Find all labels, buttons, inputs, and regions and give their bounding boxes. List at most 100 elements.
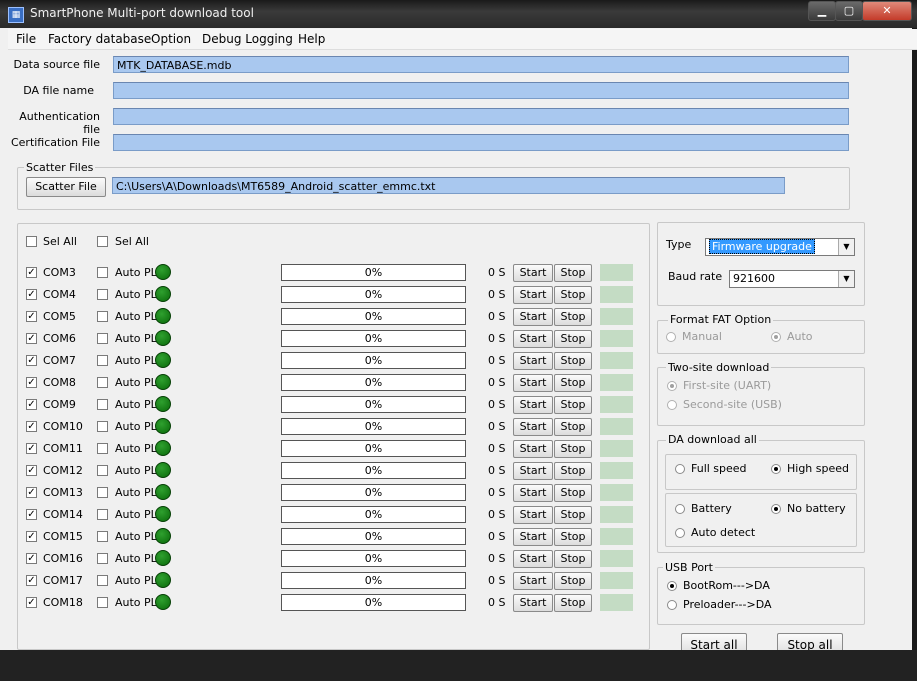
- port-start-button[interactable]: Start: [513, 264, 553, 282]
- port-start-button[interactable]: Start: [513, 528, 553, 546]
- auto-pl-checkbox[interactable]: [97, 575, 108, 586]
- port-select-checkbox[interactable]: ✓: [26, 289, 37, 300]
- port-stop-button[interactable]: Stop: [554, 506, 592, 524]
- close-button[interactable]: ✕: [862, 1, 912, 21]
- port-start-button[interactable]: Start: [513, 462, 553, 480]
- port-select-checkbox[interactable]: ✓: [26, 575, 37, 586]
- auto-pl-checkbox[interactable]: [97, 443, 108, 454]
- port-select-checkbox[interactable]: ✓: [26, 311, 37, 322]
- minimize-button[interactable]: ▁: [808, 1, 836, 21]
- auto-pl-checkbox[interactable]: [97, 531, 108, 542]
- maximize-button[interactable]: ▢: [835, 1, 863, 21]
- auto-pl-checkbox[interactable]: [97, 465, 108, 476]
- port-stop-button[interactable]: Stop: [554, 484, 592, 502]
- port-stop-button[interactable]: Stop: [554, 440, 592, 458]
- auto-pl-checkbox[interactable]: [97, 289, 108, 300]
- port-select-checkbox[interactable]: ✓: [26, 553, 37, 564]
- port-start-button[interactable]: Start: [513, 550, 553, 568]
- port-start-button[interactable]: Start: [513, 352, 553, 370]
- scatter-file-button[interactable]: Scatter File: [26, 177, 106, 197]
- format-manual-radio[interactable]: [666, 332, 676, 342]
- auto-pl-checkbox[interactable]: [97, 377, 108, 388]
- port-start-button[interactable]: Start: [513, 506, 553, 524]
- high-speed-radio[interactable]: [771, 464, 781, 474]
- port-stop-button[interactable]: Stop: [554, 550, 592, 568]
- port-start-button[interactable]: Start: [513, 286, 553, 304]
- battery-radio[interactable]: [675, 504, 685, 514]
- port-select-checkbox[interactable]: ✓: [26, 509, 37, 520]
- port-select-checkbox[interactable]: ✓: [26, 531, 37, 542]
- da-file-field[interactable]: [113, 82, 849, 99]
- auto-pl-checkbox[interactable]: [97, 421, 108, 432]
- port-start-button[interactable]: Start: [513, 594, 553, 612]
- port-stop-button[interactable]: Stop: [554, 264, 592, 282]
- port-stop-button[interactable]: Stop: [554, 396, 592, 414]
- menu-file[interactable]: File: [16, 32, 36, 46]
- second-site-radio[interactable]: [667, 400, 677, 410]
- progress-bar: 0%: [281, 374, 466, 391]
- port-start-button[interactable]: Start: [513, 374, 553, 392]
- auto-pl-checkbox[interactable]: [97, 399, 108, 410]
- port-select-checkbox[interactable]: ✓: [26, 465, 37, 476]
- port-stop-button[interactable]: Stop: [554, 286, 592, 304]
- auto-pl-checkbox[interactable]: [97, 267, 108, 278]
- cert-file-field[interactable]: [113, 134, 849, 151]
- port-row: ✓ COM10 Auto PL 0% 0 S Start Stop: [24, 418, 639, 438]
- auto-pl-checkbox[interactable]: [97, 597, 108, 608]
- port-select-checkbox[interactable]: ✓: [26, 421, 37, 432]
- cert-file-label: Certification File: [10, 136, 100, 149]
- port-stop-button[interactable]: Stop: [554, 572, 592, 590]
- port-start-button[interactable]: Start: [513, 572, 553, 590]
- port-stop-button[interactable]: Stop: [554, 418, 592, 436]
- port-stop-button[interactable]: Stop: [554, 330, 592, 348]
- port-stop-button[interactable]: Stop: [554, 308, 592, 326]
- port-start-button[interactable]: Start: [513, 308, 553, 326]
- port-select-checkbox[interactable]: ✓: [26, 267, 37, 278]
- data-source-field[interactable]: MTK_DATABASE.mdb: [113, 56, 849, 73]
- port-select-checkbox[interactable]: ✓: [26, 377, 37, 388]
- auto-pl-checkbox[interactable]: [97, 509, 108, 520]
- port-stop-button[interactable]: Stop: [554, 352, 592, 370]
- port-start-button[interactable]: Start: [513, 418, 553, 436]
- sel-all-checkbox-com[interactable]: [26, 236, 37, 247]
- no-battery-radio[interactable]: [771, 504, 781, 514]
- auto-pl-checkbox[interactable]: [97, 355, 108, 366]
- port-stop-button[interactable]: Stop: [554, 594, 592, 612]
- sel-all-checkbox-auto[interactable]: [97, 236, 108, 247]
- menu-debug-logging[interactable]: Debug Logging: [202, 32, 293, 46]
- auto-pl-checkbox[interactable]: [97, 487, 108, 498]
- scatter-file-field[interactable]: C:\Users\A\Downloads\MT6589_Android_scat…: [112, 177, 785, 194]
- port-start-button[interactable]: Start: [513, 396, 553, 414]
- menu-option[interactable]: Option: [151, 32, 191, 46]
- port-stop-button[interactable]: Stop: [554, 528, 592, 546]
- port-select-checkbox[interactable]: ✓: [26, 399, 37, 410]
- auto-detect-radio[interactable]: [675, 528, 685, 538]
- port-stop-button[interactable]: Stop: [554, 462, 592, 480]
- port-select-checkbox[interactable]: ✓: [26, 333, 37, 344]
- baud-select[interactable]: 921600 ▼: [729, 270, 855, 288]
- auto-pl-checkbox[interactable]: [97, 311, 108, 322]
- port-status-box: [600, 264, 633, 281]
- port-row: ✓ COM11 Auto PL 0% 0 S Start Stop: [24, 440, 639, 460]
- auto-pl-checkbox[interactable]: [97, 553, 108, 564]
- auto-pl-checkbox[interactable]: [97, 333, 108, 344]
- port-start-button[interactable]: Start: [513, 484, 553, 502]
- type-select[interactable]: Firmware upgrade ▼: [705, 238, 855, 256]
- bootrom-radio[interactable]: [667, 581, 677, 591]
- port-stop-button[interactable]: Stop: [554, 374, 592, 392]
- format-auto-radio[interactable]: [771, 332, 781, 342]
- port-start-button[interactable]: Start: [513, 440, 553, 458]
- port-start-button[interactable]: Start: [513, 330, 553, 348]
- preloader-radio[interactable]: [667, 600, 677, 610]
- port-select-checkbox[interactable]: ✓: [26, 597, 37, 608]
- first-site-radio[interactable]: [667, 381, 677, 391]
- full-speed-radio[interactable]: [675, 464, 685, 474]
- port-select-checkbox[interactable]: ✓: [26, 487, 37, 498]
- battery-label: Battery: [691, 502, 732, 515]
- menu-factory-database[interactable]: Factory database: [48, 32, 151, 46]
- auth-file-field[interactable]: [113, 108, 849, 125]
- elapsed-time: 0 S: [488, 420, 506, 433]
- menu-help[interactable]: Help: [298, 32, 325, 46]
- port-select-checkbox[interactable]: ✓: [26, 443, 37, 454]
- port-select-checkbox[interactable]: ✓: [26, 355, 37, 366]
